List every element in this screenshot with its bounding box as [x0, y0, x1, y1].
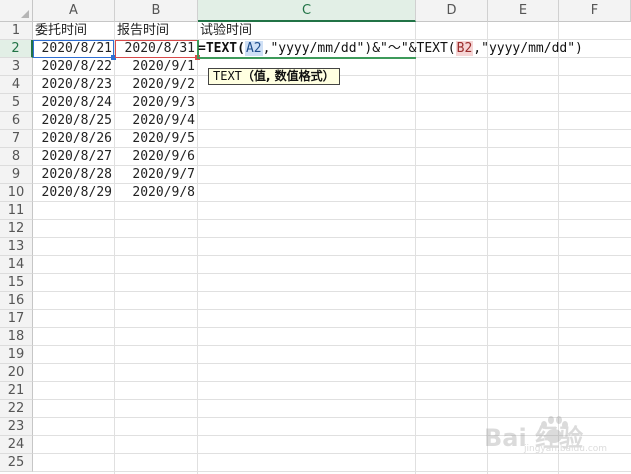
cell-a4[interactable]: 2020/8/23 [33, 76, 115, 94]
row-header-20[interactable]: 20 [0, 364, 33, 382]
row-header-12[interactable]: 12 [0, 220, 33, 238]
cell-a3[interactable]: 2020/8/22 [33, 58, 115, 76]
column-header-c[interactable]: C [198, 0, 416, 22]
formula-ref-a2: A2 [244, 41, 263, 56]
column-header-b[interactable]: B [115, 0, 198, 22]
row-header-4[interactable]: 4 [0, 76, 33, 94]
grid-line-horizontal [33, 291, 631, 292]
grid-line-horizontal [33, 309, 631, 310]
watermark-url: jingyan.baidu.com [524, 444, 608, 454]
row-header-25[interactable]: 25 [0, 454, 33, 472]
cell-b10[interactable]: 2020/9/8 [115, 184, 198, 202]
grid-line-horizontal [33, 399, 631, 400]
row-header-24[interactable]: 24 [0, 436, 33, 454]
cell-a10[interactable]: 2020/8/29 [33, 184, 115, 202]
row-header-7[interactable]: 7 [0, 130, 33, 148]
row-header-3[interactable]: 3 [0, 58, 33, 76]
formula-ref-b2: B2 [455, 41, 474, 56]
cell-a5[interactable]: 2020/8/24 [33, 94, 115, 112]
cell-b9[interactable]: 2020/9/7 [115, 166, 198, 184]
row-header-10[interactable]: 10 [0, 184, 33, 202]
grid-line-horizontal [33, 327, 631, 328]
cell-b8[interactable]: 2020/9/6 [115, 148, 198, 166]
row-header-23[interactable]: 23 [0, 418, 33, 436]
select-all-corner[interactable] [0, 0, 33, 22]
grid-line-horizontal [33, 237, 631, 238]
grid-line-vertical [558, 22, 559, 474]
cell-b1[interactable]: 报告时间 [115, 22, 198, 40]
tooltip-function-name[interactable]: TEXT [213, 69, 242, 83]
column-header-f[interactable]: F [559, 0, 631, 22]
row-header-8[interactable]: 8 [0, 148, 33, 166]
function-hint-tooltip: TEXT（值, 数值格式） [208, 68, 340, 85]
formula-text-end: ,"yyyy/mm/dd") [473, 41, 583, 56]
formula-function-text: =TEXT( [198, 41, 245, 56]
row-header-11[interactable]: 11 [0, 202, 33, 220]
row-header-17[interactable]: 17 [0, 310, 33, 328]
cell-b3[interactable]: 2020/9/1 [115, 58, 198, 76]
row-header-18[interactable]: 18 [0, 328, 33, 346]
column-header-a[interactable]: A [33, 0, 115, 22]
row-header-9[interactable]: 9 [0, 166, 33, 184]
row-header-21[interactable]: 21 [0, 382, 33, 400]
row-header-5[interactable]: 5 [0, 94, 33, 112]
cell-b7[interactable]: 2020/9/5 [115, 130, 198, 148]
cell-a6[interactable]: 2020/8/25 [33, 112, 115, 130]
cell-c2-formula-editor[interactable]: =TEXT(A2,"yyyy/mm/dd")&"～"&TEXT(B2,"yyyy… [198, 40, 583, 58]
reference-highlight-a2 [33, 40, 116, 60]
grid-line-vertical [487, 22, 488, 474]
select-all-triangle-icon [21, 10, 29, 18]
row-header-15[interactable]: 15 [0, 274, 33, 292]
cell-b6[interactable]: 2020/9/4 [115, 112, 198, 130]
grid-line-horizontal [33, 273, 631, 274]
reference-highlight-b2 [115, 40, 200, 60]
column-header-e[interactable]: E [488, 0, 559, 22]
cell-a1[interactable]: 委托时间 [33, 22, 115, 40]
column-header-d[interactable]: D [416, 0, 488, 22]
grid-line-horizontal [33, 381, 631, 382]
tooltip-arguments: （值, 数值格式） [241, 69, 335, 83]
grid-line-vertical [415, 22, 416, 474]
row-header-19[interactable]: 19 [0, 346, 33, 364]
row-header-2[interactable]: 2 [0, 40, 33, 58]
cell-a9[interactable]: 2020/8/28 [33, 166, 115, 184]
grid-line-horizontal [33, 219, 631, 220]
row-header-13[interactable]: 13 [0, 238, 33, 256]
grid-line-horizontal [33, 345, 631, 346]
cell-a7[interactable]: 2020/8/26 [33, 130, 115, 148]
cell-b4[interactable]: 2020/9/2 [115, 76, 198, 94]
cell-b5[interactable]: 2020/9/3 [115, 94, 198, 112]
row-header-6[interactable]: 6 [0, 112, 33, 130]
formula-text-middle: ,"yyyy/mm/dd")&"～"&TEXT( [262, 41, 456, 56]
grid-line-horizontal [33, 471, 631, 472]
row-header-1[interactable]: 1 [0, 22, 33, 40]
cell-c1[interactable]: 试验时间 [198, 22, 416, 40]
row-header-22[interactable]: 22 [0, 400, 33, 418]
grid-line-horizontal [33, 363, 631, 364]
row-header-16[interactable]: 16 [0, 292, 33, 310]
cell-a8[interactable]: 2020/8/27 [33, 148, 115, 166]
grid-line-horizontal [33, 255, 631, 256]
watermark: Bai 经验 jingyan.baidu.com [484, 414, 624, 454]
row-header-14[interactable]: 14 [0, 256, 33, 274]
spreadsheet-grid[interactable]: A B C D E F 1 2 3 4 5 6 7 8 9 10 11 12 13 14 15 16 17 18 1… [0, 0, 631, 474]
